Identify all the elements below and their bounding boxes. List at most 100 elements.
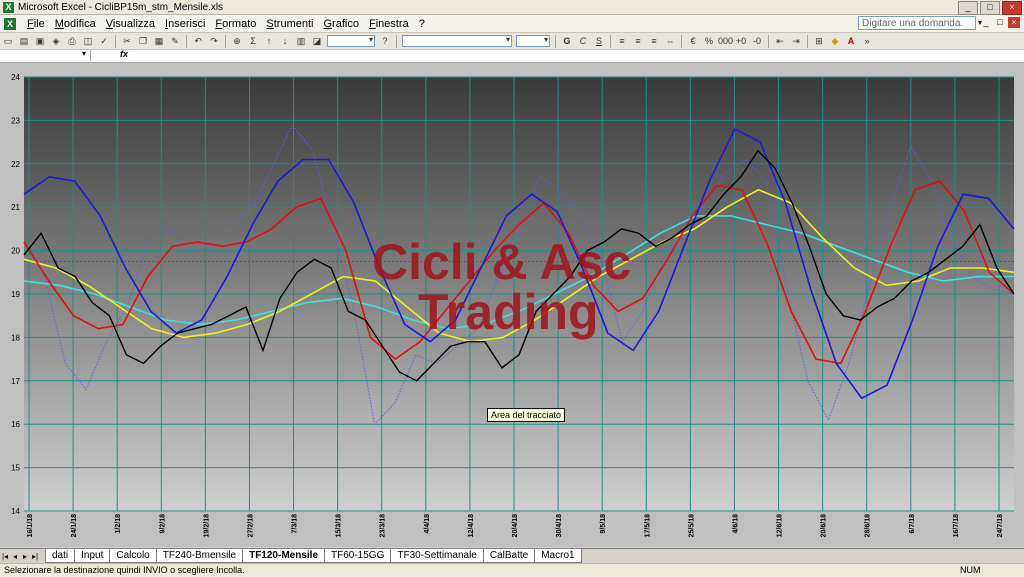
y-tick-label: 20 [11, 247, 20, 256]
italic-icon[interactable]: C [576, 35, 590, 48]
first-sheet-button[interactable]: |◂ [0, 552, 10, 561]
x-tick-label: 24/1/18 [71, 514, 78, 537]
new-icon[interactable]: ▭ [1, 35, 15, 48]
font-color-icon[interactable]: A [844, 35, 858, 48]
menu-file[interactable]: File [22, 18, 50, 30]
x-tick-label: 4/4/18 [424, 514, 431, 534]
font-name-combo[interactable] [402, 35, 512, 47]
tab-tf240-bmensile[interactable]: TF240-Bmensile [155, 549, 244, 563]
hyperlink-icon[interactable]: ⊕ [230, 35, 244, 48]
fx-icon[interactable]: fx [120, 49, 128, 59]
copy-icon[interactable]: ❐ [136, 35, 150, 48]
undo-icon[interactable]: ↶ [191, 35, 205, 48]
autosum-icon[interactable]: Σ [246, 35, 260, 48]
borders-icon[interactable]: ⊞ [812, 35, 826, 48]
preview-icon[interactable]: ◫ [81, 35, 95, 48]
permission-icon[interactable]: ◈ [49, 35, 63, 48]
x-tick-label: 12/6/18 [777, 514, 784, 537]
tab-input[interactable]: Input [74, 549, 111, 563]
redo-icon[interactable]: ↷ [207, 35, 221, 48]
help-icon[interactable]: ? [378, 35, 392, 48]
fill-color-icon[interactable]: ◆ [828, 35, 842, 48]
tab-macro1[interactable]: Macro1 [534, 549, 582, 563]
menu-strumenti[interactable]: Strumenti [261, 18, 318, 30]
increase-decimal-icon[interactable]: +0 [734, 35, 748, 48]
merge-center-icon[interactable]: ⇔ [663, 35, 677, 48]
menu-visualizza[interactable]: Visualizza [101, 18, 160, 30]
chart-wizard-icon[interactable]: ▥ [294, 35, 308, 48]
drawing-icon[interactable]: ◪ [310, 35, 324, 48]
menu-finestra[interactable]: Finestra [364, 18, 414, 30]
prev-sheet-button[interactable]: ◂ [10, 552, 20, 561]
chart-area[interactable]: 14 15 16 17 18 19 20 21 22 23 24 16/1/18 24/1/18 1/2/… [0, 63, 1024, 547]
save-icon[interactable]: ▣ [33, 35, 47, 48]
ask-question-input[interactable]: Digitare una domanda. [858, 16, 976, 30]
close-button[interactable]: × [1002, 1, 1022, 15]
currency-icon[interactable]: € [686, 35, 700, 48]
menu-inserisci[interactable]: Inserisci [160, 18, 210, 30]
toolbar-separator [555, 34, 556, 48]
tab-tf60-15gg[interactable]: TF60-15GG [324, 549, 392, 563]
x-tick-label: 23/3/18 [380, 514, 387, 537]
doc-restore-button[interactable]: □ [994, 17, 1006, 28]
spelling-icon[interactable]: ✓ [97, 35, 111, 48]
x-tick-label: 7/3/18 [292, 514, 299, 534]
toolbar-separator [186, 34, 187, 48]
y-tick-label: 22 [11, 160, 20, 169]
menu-formato[interactable]: Formato [210, 18, 261, 30]
tab-tf120-mensile[interactable]: TF120-Mensile [242, 549, 326, 563]
zoom-combo[interactable] [327, 35, 375, 47]
font-size-combo[interactable] [516, 35, 550, 47]
tab-tf30-settimanale[interactable]: TF30-Settimanale [390, 549, 484, 563]
align-left-icon[interactable]: ≡ [615, 35, 629, 48]
sort-desc-icon[interactable]: ↓ [278, 35, 292, 48]
x-tick-label: 17/5/18 [644, 514, 651, 537]
y-tick-label: 15 [11, 464, 20, 473]
x-tick-label: 4/6/18 [732, 514, 739, 534]
thousands-icon[interactable]: 000 [718, 35, 733, 48]
sort-asc-icon[interactable]: ↑ [262, 35, 276, 48]
last-sheet-button[interactable]: ▸| [30, 552, 40, 561]
standard-toolbar: ▭ ▤ ▣ ◈ ⎙ ◫ ✓ ✂ ❐ ▦ ✎ ↶ ↷ ⊕ Σ ↑ ↓ ▥ ◪ ? … [0, 33, 1024, 50]
sheet-tabs-bar: |◂ ◂ ▸ ▸| dati Input Calcolo TF240-Bmens… [0, 548, 1024, 563]
paste-icon[interactable]: ▦ [152, 35, 166, 48]
menu-grafico[interactable]: Grafico [318, 18, 363, 30]
cut-icon[interactable]: ✂ [120, 35, 134, 48]
decrease-indent-icon[interactable]: ⇤ [773, 35, 787, 48]
increase-indent-icon[interactable]: ⇥ [789, 35, 803, 48]
open-icon[interactable]: ▤ [17, 35, 31, 48]
print-icon[interactable]: ⎙ [65, 35, 79, 48]
toolbar-separator [768, 34, 769, 48]
doc-minimize-button[interactable]: _ [980, 17, 992, 28]
y-tick-label: 24 [11, 73, 20, 82]
bold-icon[interactable]: G [560, 35, 574, 48]
y-tick-label: 23 [11, 116, 20, 125]
tab-calbatte[interactable]: CalBatte [482, 549, 536, 563]
decrease-decimal-icon[interactable]: -0 [750, 35, 764, 48]
align-right-icon[interactable]: ≡ [647, 35, 661, 48]
format-painter-icon[interactable]: ✎ [168, 35, 182, 48]
workbook-icon[interactable]: X [4, 17, 16, 30]
x-tick-label: 20/6/18 [821, 514, 828, 537]
num-lock-indicator: NUM [960, 565, 981, 575]
menu-help[interactable]: ? [414, 18, 430, 30]
align-center-icon[interactable]: ≡ [631, 35, 645, 48]
y-tick-label: 14 [11, 507, 20, 516]
menu-modifica[interactable]: Modifica [50, 18, 101, 30]
tab-dati[interactable]: dati [45, 549, 76, 563]
percent-icon[interactable]: % [702, 35, 716, 48]
chevron-down-icon[interactable]: ▾ [82, 49, 86, 58]
toolbar-options-icon[interactable]: » [860, 35, 874, 48]
minimize-button[interactable]: _ [958, 1, 978, 15]
toolbar-separator [610, 34, 611, 48]
name-box[interactable] [0, 50, 91, 61]
next-sheet-button[interactable]: ▸ [20, 552, 30, 561]
underline-icon[interactable]: S [592, 35, 606, 48]
doc-close-button[interactable]: × [1008, 17, 1020, 28]
x-tick-label: 27/2/18 [247, 514, 254, 537]
maximize-button[interactable]: □ [980, 1, 1000, 15]
status-bar: Selezionare la destinazione quindi INVIO… [0, 563, 1024, 577]
toolbar-separator [225, 34, 226, 48]
tab-calcolo[interactable]: Calcolo [109, 549, 157, 563]
x-tick-label: 15/3/18 [336, 514, 343, 537]
